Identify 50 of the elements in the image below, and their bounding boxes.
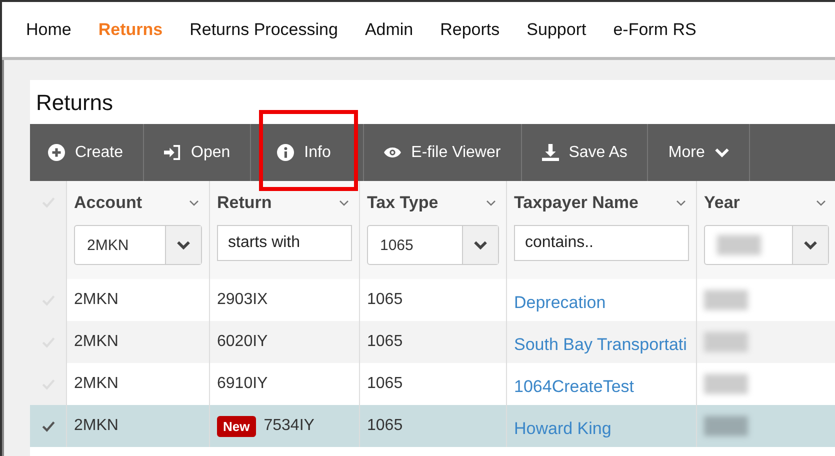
table-cell: 6020IY [217, 333, 268, 351]
redacted-value [704, 290, 748, 310]
sign-in-icon [164, 144, 182, 161]
taxpayer-link[interactable]: 1064CreateTest [514, 377, 634, 397]
table-cell: 2903IX [217, 291, 268, 309]
check-icon[interactable] [42, 420, 54, 432]
filter-field[interactable]: contains.. [514, 225, 689, 261]
table-cell: 2MKN [74, 375, 118, 393]
caret-icon[interactable] [189, 200, 199, 206]
filter-dropdown[interactable]: 2MKN [74, 225, 202, 265]
nav-tab[interactable]: e-Form RS [613, 20, 696, 40]
caret-icon[interactable] [676, 200, 686, 206]
column-header[interactable]: Tax Type [367, 193, 438, 213]
download-icon [542, 144, 559, 161]
redacted-value [704, 332, 748, 352]
column-header[interactable]: Year [704, 193, 740, 213]
chevron-down-icon [474, 240, 487, 250]
column-header[interactable]: Taxpayer Name [514, 193, 638, 213]
chevron-down-icon [804, 240, 817, 250]
table-cell: 1065 [367, 417, 403, 435]
caret-icon[interactable] [816, 200, 826, 206]
redacted-value [704, 416, 748, 436]
plus-circle-icon [48, 144, 65, 161]
redacted-value [717, 235, 761, 255]
table-cell: 2MKN [74, 291, 118, 309]
table-cell: 7534IY [264, 417, 314, 435]
filter-field[interactable]: starts with [217, 225, 352, 261]
nav-tab[interactable]: Admin [364, 20, 414, 40]
table-cell: 1065 [367, 333, 403, 351]
column-header[interactable]: Account [74, 193, 142, 213]
chevron-down-icon [714, 148, 729, 158]
nav-tab[interactable]: Home [26, 20, 72, 40]
info-icon [277, 144, 294, 161]
table-cell: 2MKN [74, 417, 118, 435]
column-header[interactable]: Return [217, 193, 272, 213]
taxpayer-link[interactable]: Deprecation [514, 293, 606, 313]
nav-tab[interactable]: Returns Processing [190, 20, 338, 40]
table-cell: 1065 [367, 375, 403, 393]
table-cell: 6910IY [217, 375, 268, 393]
filter-dropdown[interactable]: 1065 [367, 225, 499, 265]
caret-icon[interactable] [339, 200, 349, 206]
redacted-value [704, 374, 748, 394]
chevron-down-icon [177, 240, 190, 250]
new-badge: New [217, 416, 256, 436]
page-title: Returns [36, 90, 114, 116]
table-cell: 1065 [367, 291, 403, 309]
nav-tab[interactable]: Reports [440, 20, 500, 40]
nav-tab[interactable]: Support [526, 20, 586, 40]
table-cell: 2MKN [74, 333, 118, 351]
caret-icon[interactable] [486, 200, 496, 206]
